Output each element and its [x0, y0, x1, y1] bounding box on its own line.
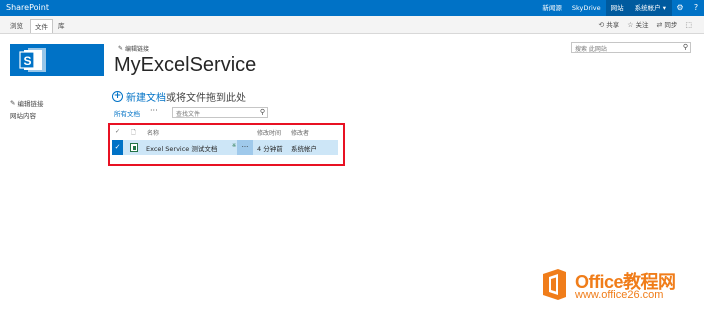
- suite-links: 新闻源 SkyDrive 网站 系统帐户 ▾ ⚙ ?: [537, 0, 704, 16]
- page-title[interactable]: MyExcelService: [114, 54, 256, 77]
- focus-icon: ⬚: [685, 21, 692, 29]
- sync-icon: ⇄: [656, 21, 663, 29]
- drag-files-hint: 或将文件拖到此处: [166, 93, 246, 104]
- ribbon-actions: ⟲ 共享 ☆ 关注 ⇄ 同步 ⬚: [598, 19, 692, 31]
- find-placeholder: 查找文件: [176, 111, 201, 118]
- ribbon: 浏览 文件 库 ⟲ 共享 ☆ 关注 ⇄ 同步 ⬚: [0, 16, 704, 34]
- brand-label[interactable]: SharePoint: [6, 3, 49, 12]
- edit-links-label: 编辑链接: [125, 46, 150, 53]
- suite-link-skydrive[interactable]: SkyDrive: [567, 0, 606, 16]
- user-menu[interactable]: 系统帐户 ▾: [628, 0, 672, 16]
- page: SharePoint 新闻源 SkyDrive 网站 系统帐户 ▾ ⚙ ? 浏览…: [0, 0, 704, 316]
- new-document: + 新建文档 或将文件拖到此处: [112, 89, 246, 104]
- suite-bar: SharePoint 新闻源 SkyDrive 网站 系统帐户 ▾ ⚙ ?: [0, 0, 704, 16]
- sync-button[interactable]: ⇄ 同步: [657, 19, 678, 31]
- svg-text:S: S: [24, 54, 32, 68]
- suite-link-newsfeed[interactable]: 新闻源: [537, 0, 567, 16]
- pencil-icon: ✎: [118, 45, 124, 52]
- view-all-documents[interactable]: 所有文档: [114, 108, 140, 118]
- office-logo-icon: [543, 269, 566, 300]
- watermark: Office教程网 www.office26.com: [541, 268, 701, 308]
- search-icon[interactable]: ⚲: [683, 43, 688, 51]
- site-search-input[interactable]: 搜索 此网站 ⚲: [571, 42, 691, 53]
- view-more-button[interactable]: ···: [150, 106, 158, 115]
- search-placeholder: 搜索 此网站: [575, 46, 607, 53]
- tab-library[interactable]: 库: [54, 19, 69, 33]
- sync-label: 同步: [664, 21, 678, 29]
- follow-button[interactable]: ☆ 关注: [627, 19, 648, 31]
- plus-circle-icon[interactable]: +: [112, 91, 123, 102]
- edit-links-top[interactable]: ✎ 编辑链接: [118, 44, 149, 53]
- star-icon: ☆: [627, 21, 634, 29]
- share-button[interactable]: ⟲ 共享: [598, 19, 619, 31]
- share-icon: ⟲: [598, 21, 605, 29]
- leftnav-edit-links[interactable]: ✎ 编辑链接: [10, 98, 43, 108]
- tab-files[interactable]: 文件: [30, 19, 53, 33]
- focus-button[interactable]: ⬚: [685, 19, 692, 31]
- find-file-input[interactable]: 查找文件 ⚲: [172, 107, 268, 118]
- share-label: 共享: [606, 21, 620, 29]
- pencil-icon: ✎: [10, 99, 16, 107]
- highlight-box: [108, 123, 345, 166]
- gear-icon[interactable]: ⚙: [672, 0, 688, 16]
- watermark-url: www.office26.com: [575, 289, 664, 301]
- search-icon[interactable]: ⚲: [260, 108, 265, 116]
- sharepoint-logo-icon: S: [19, 48, 46, 72]
- help-icon[interactable]: ?: [688, 0, 704, 16]
- follow-label: 关注: [635, 21, 649, 29]
- leftnav-edit-label: 编辑链接: [17, 100, 44, 108]
- site-logo[interactable]: S: [10, 44, 104, 76]
- suite-link-sites[interactable]: 网站: [605, 0, 629, 16]
- tab-browse[interactable]: 浏览: [6, 19, 27, 33]
- sidebar-item-site-contents[interactable]: 网站内容: [10, 110, 36, 120]
- new-document-link[interactable]: 新建文档: [126, 89, 166, 104]
